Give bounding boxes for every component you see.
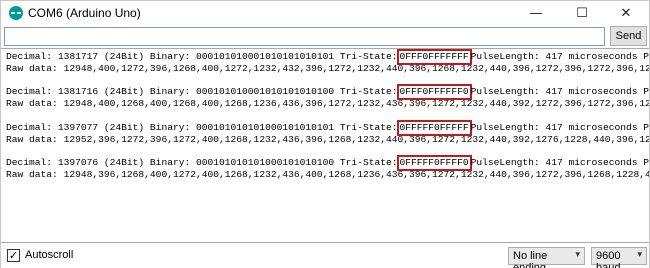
chevron-down-icon: ▾ xyxy=(575,249,580,259)
autoscroll-checkbox[interactable]: ✓ xyxy=(7,249,20,262)
output-line: Decimal: 1397076 (24Bit) Binary: 0001010… xyxy=(6,155,649,171)
chevron-down-icon: ▾ xyxy=(637,249,642,259)
close-button[interactable]: ✕ xyxy=(603,1,649,25)
send-button[interactable]: Send xyxy=(610,26,647,46)
output-line: Raw data: 12948,400,1272,396,1268,400,12… xyxy=(6,63,649,74)
autoscroll-label: Autoscroll xyxy=(25,249,74,261)
maximize-button[interactable]: ☐ xyxy=(559,1,605,25)
output-line: Raw data: 12948,400,1268,400,1268,400,12… xyxy=(6,98,649,109)
output-line: Raw data: 12952,396,1272,396,1272,400,12… xyxy=(6,134,649,145)
arduino-logo-icon xyxy=(9,6,23,20)
baud-rate-select[interactable]: 9600 baud ▾ xyxy=(591,247,647,268)
bottom-bar: ✓ Autoscroll No line ending ▾ 9600 baud … xyxy=(1,244,649,268)
tristate-highlight: 0FFFFF0FFFF0 xyxy=(396,155,472,171)
serial-monitor-window: COM6 (Arduino Uno) — ☐ ✕ Send Decimal: 1… xyxy=(0,0,650,268)
line-ending-value: No line ending xyxy=(513,250,548,268)
minimize-button[interactable]: — xyxy=(513,1,559,25)
baud-rate-value: 9600 baud xyxy=(596,250,621,268)
tristate-highlight: 0FFF0FFFFFFF xyxy=(396,49,472,65)
window-title: COM6 (Arduino Uno) xyxy=(28,6,141,20)
title-bar: COM6 (Arduino Uno) — ☐ ✕ xyxy=(1,1,649,25)
output-line: Raw data: 12948,396,1268,400,1272,400,12… xyxy=(6,169,649,180)
output-line: Decimal: 1381717 (24Bit) Binary: 0001010… xyxy=(6,49,649,65)
tristate-highlight: 0FFFFF0FFFFF xyxy=(396,120,472,136)
serial-input[interactable] xyxy=(4,27,605,46)
tristate-highlight: 0FFF0FFFFFF0 xyxy=(396,84,472,100)
line-ending-select[interactable]: No line ending ▾ xyxy=(508,247,585,268)
output-line: Decimal: 1397077 (24Bit) Binary: 0001010… xyxy=(6,120,649,136)
output-line: Decimal: 1381716 (24Bit) Binary: 0001010… xyxy=(6,84,649,100)
serial-output[interactable]: Decimal: 1381717 (24Bit) Binary: 0001010… xyxy=(1,48,649,243)
